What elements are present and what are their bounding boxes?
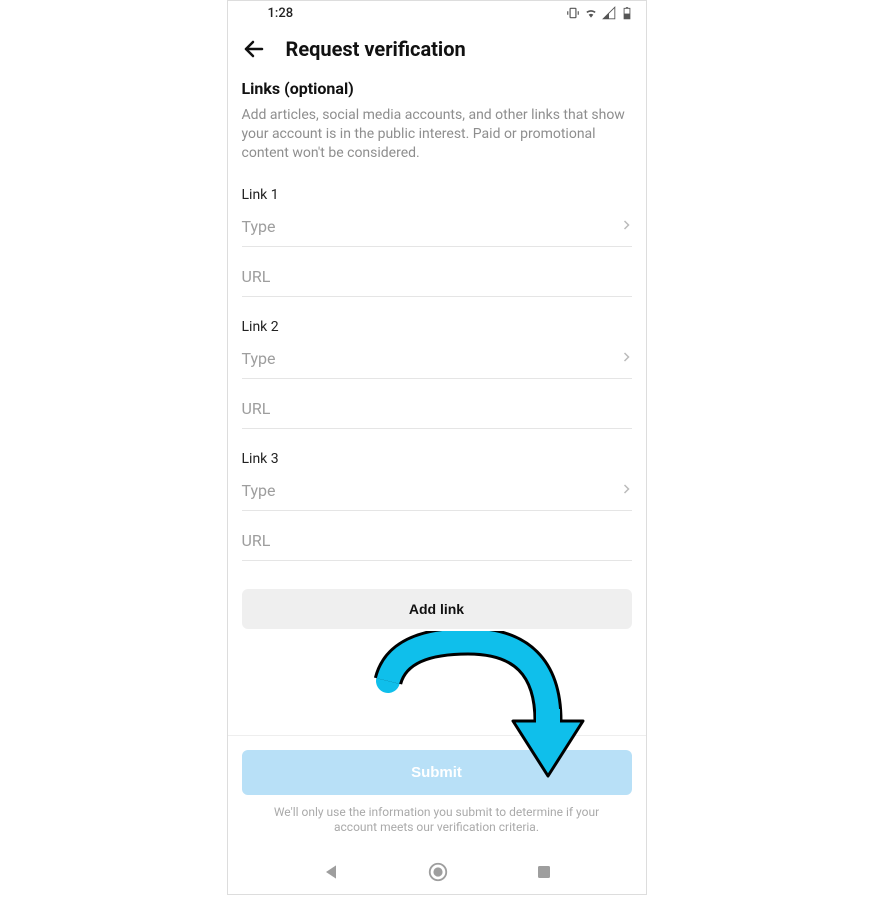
submit-button[interactable]: Submit	[242, 750, 632, 795]
vibrate-icon	[566, 6, 580, 20]
url-placeholder: URL	[242, 531, 271, 550]
section-title: Links (optional)	[242, 79, 632, 98]
chevron-right-icon	[620, 481, 632, 500]
link-label: Link 1	[242, 187, 632, 203]
add-link-button[interactable]: Add link	[242, 589, 632, 629]
type-placeholder: Type	[242, 349, 276, 368]
signal-icon	[602, 6, 616, 20]
nav-back-button[interactable]	[321, 862, 341, 882]
status-bar: 1:28	[228, 1, 646, 25]
content-area: Links (optional) Add articles, social me…	[228, 79, 646, 735]
type-placeholder: Type	[242, 481, 276, 500]
arrow-left-icon	[242, 37, 266, 61]
bottom-section: Submit We'll only use the information yo…	[228, 735, 646, 850]
status-time: 1:28	[240, 6, 294, 21]
nav-home-button[interactable]	[427, 861, 449, 883]
link-url-input[interactable]: URL	[242, 267, 632, 297]
battery-icon	[620, 6, 634, 20]
link-type-selector[interactable]: Type	[242, 217, 632, 247]
android-nav-bar	[228, 850, 646, 894]
status-icons	[566, 6, 634, 20]
url-placeholder: URL	[242, 399, 271, 418]
link-type-selector[interactable]: Type	[242, 349, 632, 379]
section-description: Add articles, social media accounts, and…	[242, 106, 632, 163]
link-group-3: Link 3 Type URL	[242, 451, 632, 561]
link-group-2: Link 2 Type URL	[242, 319, 632, 429]
link-url-input[interactable]: URL	[242, 399, 632, 429]
chevron-right-icon	[620, 349, 632, 368]
type-placeholder: Type	[242, 217, 276, 236]
link-group-1: Link 1 Type URL	[242, 187, 632, 297]
chevron-right-icon	[620, 217, 632, 236]
phone-frame: 1:28 Request verification Links (optiona…	[227, 0, 647, 895]
app-header: Request verification	[228, 25, 646, 79]
link-type-selector[interactable]: Type	[242, 481, 632, 511]
link-url-input[interactable]: URL	[242, 531, 632, 561]
link-label: Link 2	[242, 319, 632, 335]
link-label: Link 3	[242, 451, 632, 467]
back-button[interactable]	[242, 37, 266, 61]
footer-note: We'll only use the information you submi…	[242, 805, 632, 836]
nav-recents-button[interactable]	[535, 863, 553, 881]
url-placeholder: URL	[242, 267, 271, 286]
wifi-icon	[584, 6, 598, 20]
page-title: Request verification	[286, 37, 466, 61]
